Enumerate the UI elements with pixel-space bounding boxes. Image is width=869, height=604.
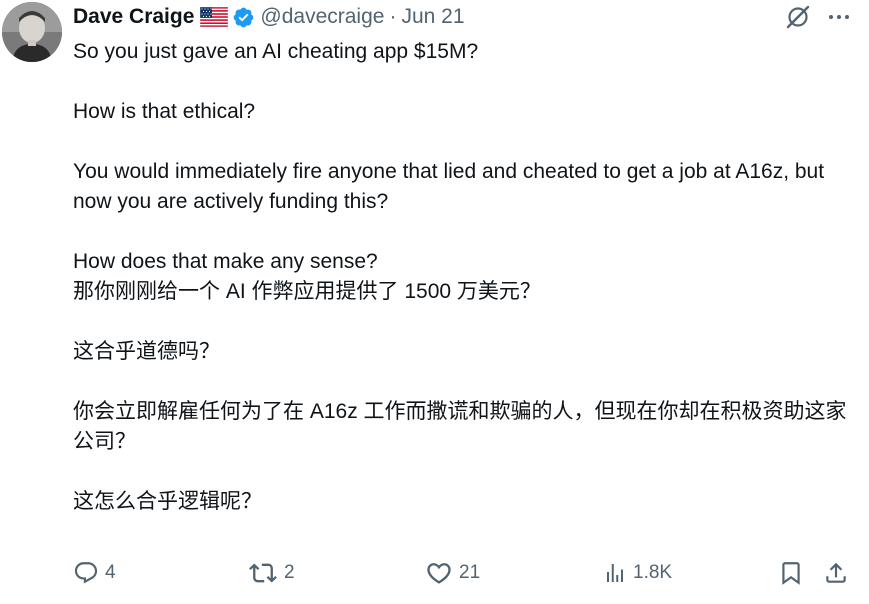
author-handle[interactable]: @davecraige [260,5,384,29]
like-count: 21 [459,562,481,583]
tweet-text: So you just gave an AI cheating app $15M… [73,37,863,517]
bookmark-button[interactable] [778,557,804,589]
author-name[interactable]: Dave Craige [73,5,194,29]
views-icon [607,564,623,582]
tweet-paragraph-en-2: How is that ethical? [73,100,256,123]
tweet-paragraph-zh-1: 那你刚刚给一个 AI 作弊应用提供了 1500 万美元？ [73,280,541,303]
share-button[interactable] [823,557,849,589]
verified-badge-icon[interactable] [232,6,255,29]
retweet-count: 2 [284,562,295,583]
tweet-paragraph-zh-4: 这怎么合乎逻辑呢？ [73,490,262,513]
reply-icon [74,562,98,584]
like-button[interactable]: 21 [425,557,480,589]
tweet-paragraph-en-4: How does that make any sense? [73,250,378,273]
reply-button[interactable]: 4 [73,557,116,589]
tweet-paragraph-en-3: You would immediately fire anyone that l… [73,160,830,213]
bookmark-icon [782,562,800,585]
views-count: 1.8K [633,562,673,583]
views-button[interactable]: 1.8K [603,557,672,589]
tweet-date[interactable]: Jun 21 [401,5,464,29]
grok-icon[interactable] [785,4,811,30]
avatar[interactable] [2,2,62,62]
avatar-image [2,2,62,62]
retweet-button[interactable]: 2 [248,557,295,589]
tweet-header: Dave Craige @davecraige · Jun 21 [73,4,465,30]
reply-count: 4 [105,562,116,583]
tweet-paragraph-zh-3: 你会立即解雇任何为了在 A16z 工作而撒谎和欺骗的人，但现在你却在积极资助这家… [73,400,847,453]
share-icon [826,562,846,583]
tweet-paragraph-en-1: So you just gave an AI cheating app $15M… [73,40,479,63]
header-separator: · [389,5,397,28]
more-icon[interactable] [827,5,851,29]
heart-icon [427,563,451,584]
tweet-top-actions [785,4,851,30]
retweet-icon [249,563,277,583]
us-flag-icon [200,6,229,28]
tweet-action-bar: 4 2 21 1.8K [73,557,863,589]
tweet-paragraph-zh-2: 这合乎道德吗？ [73,340,220,363]
